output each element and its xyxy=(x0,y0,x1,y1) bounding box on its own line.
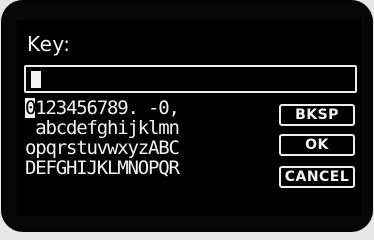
keyboard-row: opqrstuvwxyzABC xyxy=(25,138,275,158)
keyboard-key[interactable]: C xyxy=(169,138,180,158)
keyboard-key[interactable]: c xyxy=(56,118,67,138)
keyboard-key[interactable]: x xyxy=(117,138,128,158)
keyboard-key[interactable]: z xyxy=(138,138,149,158)
keyboard-key[interactable]: 6 xyxy=(87,98,98,118)
keyboard-key[interactable]: b xyxy=(46,118,57,138)
keyboard-key[interactable]: l xyxy=(148,118,159,138)
keyboard-key[interactable]: d xyxy=(66,118,77,138)
keyboard-key[interactable]: h xyxy=(107,118,118,138)
keyboard-key[interactable]: . xyxy=(128,98,139,118)
keyboard-row: 0123456789. -0, xyxy=(25,98,275,118)
text-cursor xyxy=(31,71,41,88)
keyboard-key[interactable]: j xyxy=(128,118,139,138)
keyboard-key[interactable]: G xyxy=(56,158,67,178)
keyboard-key[interactable]: - xyxy=(148,98,159,118)
key-space xyxy=(138,98,148,118)
keyboard-key[interactable]: k xyxy=(138,118,149,138)
keyboard-row: abcdefghijklmn xyxy=(25,118,275,138)
keyboard-key[interactable]: K xyxy=(97,158,108,178)
keyboard-key[interactable]: 2 xyxy=(46,98,57,118)
keyboard-key[interactable]: 3 xyxy=(56,98,67,118)
keyboard-key[interactable]: p xyxy=(35,138,46,158)
keyboard-key[interactable]: y xyxy=(128,138,139,158)
keyboard-key[interactable]: m xyxy=(158,118,169,138)
keyboard-key[interactable]: a xyxy=(35,118,46,138)
keyboard-key[interactable]: i xyxy=(117,118,128,138)
keyboard-key[interactable]: P xyxy=(148,158,159,178)
keyboard-key[interactable]: A xyxy=(148,138,159,158)
keyboard-key[interactable]: R xyxy=(169,158,180,178)
key-input-field[interactable] xyxy=(24,65,357,93)
keyboard-key[interactable]: H xyxy=(66,158,77,178)
keyboard-key[interactable]: O xyxy=(138,158,149,178)
keyboard-key[interactable]: e xyxy=(76,118,87,138)
keyboard-key[interactable]: J xyxy=(87,158,98,178)
keyboard-key[interactable]: w xyxy=(107,138,118,158)
keyboard-key[interactable]: 9 xyxy=(117,98,128,118)
keyboard-key[interactable]: D xyxy=(25,158,36,178)
display-screen: Key: 0123456789. -0, abcdefghijklmn opqrs… xyxy=(17,20,361,216)
keyboard-key[interactable]: s xyxy=(66,138,77,158)
keyboard-key[interactable]: g xyxy=(97,118,108,138)
keyboard-key[interactable]: 0 xyxy=(158,98,169,118)
keyboard-key[interactable]: t xyxy=(76,138,87,158)
keyboard-key[interactable]: 8 xyxy=(107,98,118,118)
device-bezel: Key: 0123456789. -0, abcdefghijklmn opqrs… xyxy=(1,0,373,232)
keyboard-key[interactable]: 7 xyxy=(97,98,108,118)
keyboard-key[interactable]: 5 xyxy=(76,98,87,118)
keyboard-key[interactable]: r xyxy=(56,138,67,158)
key-space xyxy=(25,118,35,138)
keyboard-key[interactable]: v xyxy=(97,138,108,158)
keyboard-key[interactable]: 4 xyxy=(66,98,77,118)
keyboard-row: DEFGHIJKLMNOPQR xyxy=(25,158,275,178)
keyboard-key[interactable]: L xyxy=(107,158,118,178)
keyboard-key[interactable]: u xyxy=(87,138,98,158)
keyboard-key[interactable]: E xyxy=(35,158,46,178)
keyboard-key[interactable]: 1 xyxy=(35,98,46,118)
keyboard-key[interactable]: , xyxy=(169,98,180,118)
keyboard-key[interactable]: Q xyxy=(158,158,169,178)
keyboard-key[interactable]: n xyxy=(169,118,180,138)
page-title: Key: xyxy=(27,32,71,56)
keyboard-key[interactable]: M xyxy=(117,158,128,178)
keyboard-key[interactable]: B xyxy=(158,138,169,158)
ok-button[interactable]: OK xyxy=(279,134,355,156)
keyboard-key[interactable]: N xyxy=(128,158,139,178)
cancel-button[interactable]: CANCEL xyxy=(279,166,355,188)
character-keyboard: 0123456789. -0, abcdefghijklmn opqrstuvwx… xyxy=(25,98,275,178)
keyboard-key[interactable]: o xyxy=(25,138,36,158)
keyboard-key[interactable]: q xyxy=(46,138,57,158)
keyboard-key[interactable]: I xyxy=(76,158,87,178)
backspace-button[interactable]: BKSP xyxy=(279,104,355,126)
keyboard-key[interactable]: f xyxy=(87,118,98,138)
keyboard-key-selected[interactable]: 0 xyxy=(25,98,36,118)
keyboard-key[interactable]: F xyxy=(46,158,57,178)
